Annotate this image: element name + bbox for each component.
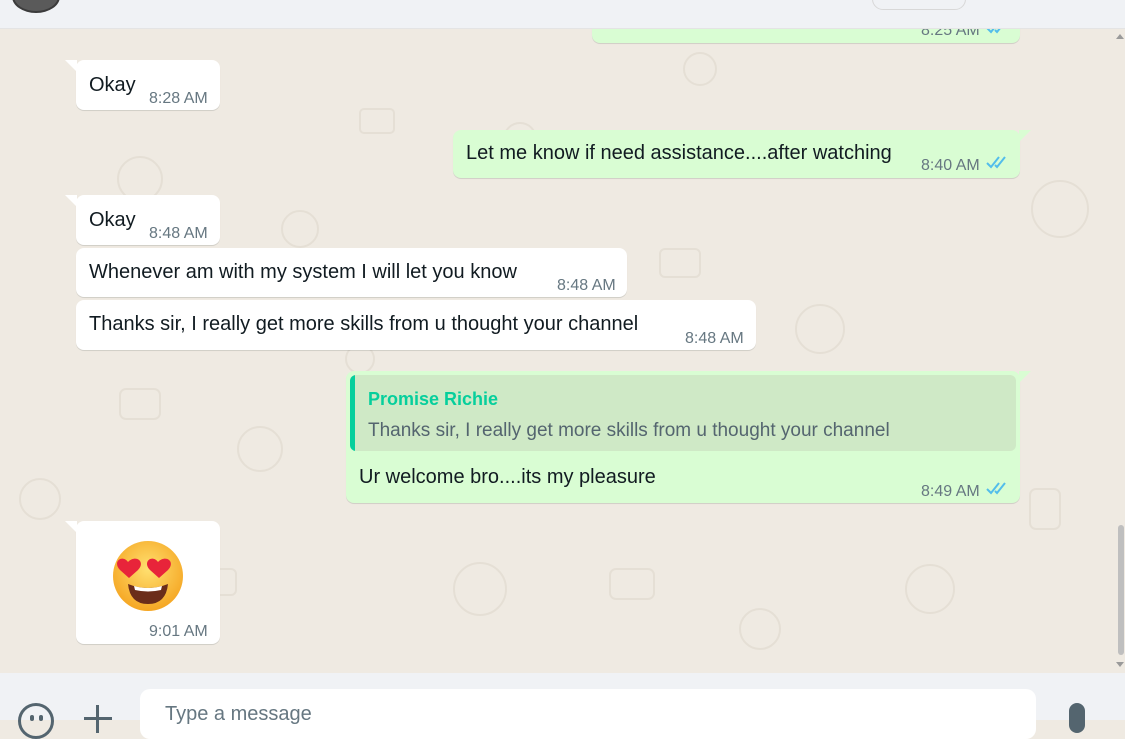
composer-bar <box>0 673 1125 739</box>
read-ticks-icon <box>986 482 1006 495</box>
smiley-icon[interactable] <box>18 703 54 739</box>
contact-avatar[interactable] <box>12 0 60 13</box>
scroll-up-arrow-icon[interactable] <box>1116 34 1124 39</box>
quoted-author: Promise Richie <box>368 389 499 409</box>
message-incoming[interactable]: Thanks sir, I really get more skills fro… <box>76 300 756 350</box>
message-text: Thanks sir, I really get more skills fro… <box>89 313 639 335</box>
bubble-tail <box>65 195 77 207</box>
message-input[interactable] <box>140 689 1036 739</box>
message-incoming[interactable]: Okay 8:48 AM <box>65 195 220 245</box>
message-text: Ur welcome bro....its my pleasure <box>359 466 656 488</box>
bubble-tail <box>65 521 77 533</box>
message-text: Okay <box>89 209 136 231</box>
message-outgoing[interactable]: 8:25 AM <box>592 29 1020 43</box>
bubble-tail <box>1019 371 1031 383</box>
quoted-message[interactable]: Promise Richie Thanks sir, I really get … <box>350 375 1016 451</box>
message-time: 8:28 AM <box>149 90 208 107</box>
message-text: Let me know if need assistance....after … <box>466 142 892 164</box>
message-outgoing-reply[interactable]: Promise Richie Thanks sir, I really get … <box>346 371 1031 503</box>
message-text: Whenever am with my system I will let yo… <box>89 261 517 283</box>
chat-header <box>0 0 1125 29</box>
message-incoming[interactable]: Whenever am with my system I will let yo… <box>76 248 627 297</box>
message-incoming-emoji[interactable]: 9:01 AM <box>65 521 220 644</box>
message-list[interactable]: 8:25 AM Okay 8:28 AM Let me know if need… <box>0 29 1125 673</box>
header-pill-button[interactable] <box>872 0 966 10</box>
scroll-down-arrow-icon[interactable] <box>1116 662 1124 667</box>
read-ticks-icon <box>986 29 1001 34</box>
microphone-icon[interactable] <box>1069 703 1085 733</box>
bubble-tail <box>65 60 77 72</box>
message-time: 8:49 AM <box>921 483 980 500</box>
message-time: 8:40 AM <box>921 157 980 174</box>
smiley-eye <box>30 715 34 721</box>
read-ticks-icon <box>986 156 1006 169</box>
chat-scrollbar[interactable] <box>1116 29 1125 673</box>
message-text: Okay <box>89 74 136 96</box>
quoted-text: Thanks sir, I really get more skills fro… <box>368 420 890 441</box>
bubble-tail <box>1019 130 1031 142</box>
quote-accent-bar <box>350 375 355 451</box>
message-time: 8:48 AM <box>149 225 208 242</box>
heart-eyes-emoji-icon <box>113 541 183 611</box>
message-time: 8:48 AM <box>685 330 744 347</box>
message-time: 8:48 AM <box>557 277 616 294</box>
message-time: 9:01 AM <box>149 623 208 640</box>
smiley-eye <box>39 715 43 721</box>
scrollbar-thumb[interactable] <box>1118 525 1124 655</box>
plus-icon[interactable] <box>84 705 112 733</box>
message-incoming[interactable]: Okay 8:28 AM <box>65 60 220 110</box>
message-outgoing[interactable]: Let me know if need assistance....after … <box>453 130 1031 178</box>
message-time: 8:25 AM <box>921 29 980 39</box>
